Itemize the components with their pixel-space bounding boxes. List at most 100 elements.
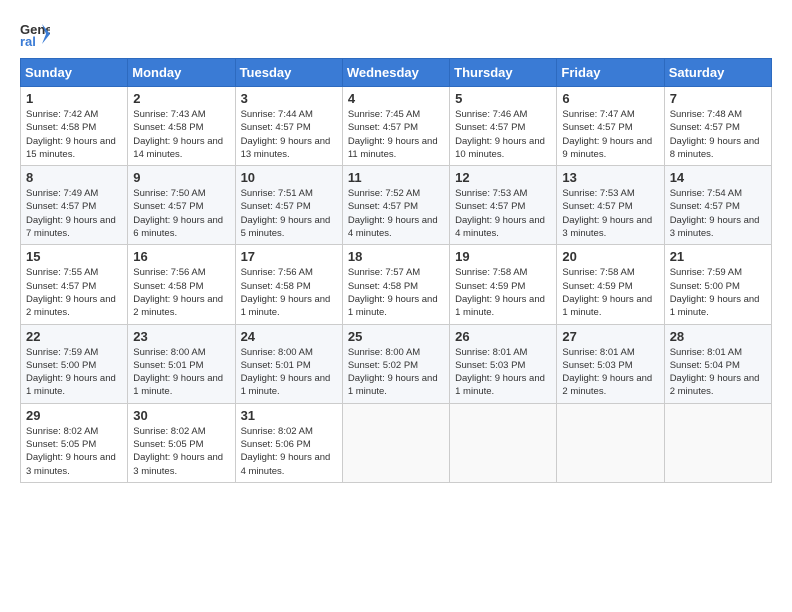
cell-info: Sunrise: 7:59 AM Sunset: 5:00 PM Dayligh… <box>670 266 766 319</box>
calendar-cell: 11 Sunrise: 7:52 AM Sunset: 4:57 PM Dayl… <box>342 166 449 245</box>
calendar-week-4: 22 Sunrise: 7:59 AM Sunset: 5:00 PM Dayl… <box>21 324 772 403</box>
day-number: 6 <box>562 91 658 106</box>
col-header-monday: Monday <box>128 59 235 87</box>
logo: Gene ral <box>20 20 54 48</box>
calendar-cell: 29 Sunrise: 8:02 AM Sunset: 5:05 PM Dayl… <box>21 403 128 482</box>
cell-info: Sunrise: 8:00 AM Sunset: 5:02 PM Dayligh… <box>348 346 444 399</box>
calendar-cell: 15 Sunrise: 7:55 AM Sunset: 4:57 PM Dayl… <box>21 245 128 324</box>
calendar-cell: 8 Sunrise: 7:49 AM Sunset: 4:57 PM Dayli… <box>21 166 128 245</box>
calendar-cell: 16 Sunrise: 7:56 AM Sunset: 4:58 PM Dayl… <box>128 245 235 324</box>
calendar-cell: 18 Sunrise: 7:57 AM Sunset: 4:58 PM Dayl… <box>342 245 449 324</box>
day-number: 8 <box>26 170 122 185</box>
calendar-cell: 1 Sunrise: 7:42 AM Sunset: 4:58 PM Dayli… <box>21 87 128 166</box>
day-number: 24 <box>241 329 337 344</box>
calendar-week-1: 1 Sunrise: 7:42 AM Sunset: 4:58 PM Dayli… <box>21 87 772 166</box>
day-number: 27 <box>562 329 658 344</box>
cell-info: Sunrise: 8:02 AM Sunset: 5:05 PM Dayligh… <box>26 425 122 478</box>
calendar-cell: 4 Sunrise: 7:45 AM Sunset: 4:57 PM Dayli… <box>342 87 449 166</box>
calendar-header-row: SundayMondayTuesdayWednesdayThursdayFrid… <box>21 59 772 87</box>
cell-info: Sunrise: 8:01 AM Sunset: 5:03 PM Dayligh… <box>562 346 658 399</box>
day-number: 5 <box>455 91 551 106</box>
cell-info: Sunrise: 7:53 AM Sunset: 4:57 PM Dayligh… <box>562 187 658 240</box>
day-number: 29 <box>26 408 122 423</box>
calendar-table: SundayMondayTuesdayWednesdayThursdayFrid… <box>20 58 772 483</box>
page-header: Gene ral <box>20 20 772 48</box>
day-number: 12 <box>455 170 551 185</box>
calendar-cell: 10 Sunrise: 7:51 AM Sunset: 4:57 PM Dayl… <box>235 166 342 245</box>
cell-info: Sunrise: 7:43 AM Sunset: 4:58 PM Dayligh… <box>133 108 229 161</box>
cell-info: Sunrise: 8:00 AM Sunset: 5:01 PM Dayligh… <box>241 346 337 399</box>
calendar-cell: 30 Sunrise: 8:02 AM Sunset: 5:05 PM Dayl… <box>128 403 235 482</box>
calendar-cell: 13 Sunrise: 7:53 AM Sunset: 4:57 PM Dayl… <box>557 166 664 245</box>
col-header-friday: Friday <box>557 59 664 87</box>
day-number: 7 <box>670 91 766 106</box>
day-number: 18 <box>348 249 444 264</box>
cell-info: Sunrise: 7:56 AM Sunset: 4:58 PM Dayligh… <box>241 266 337 319</box>
cell-info: Sunrise: 8:01 AM Sunset: 5:04 PM Dayligh… <box>670 346 766 399</box>
calendar-cell: 26 Sunrise: 8:01 AM Sunset: 5:03 PM Dayl… <box>450 324 557 403</box>
calendar-cell: 19 Sunrise: 7:58 AM Sunset: 4:59 PM Dayl… <box>450 245 557 324</box>
cell-info: Sunrise: 8:00 AM Sunset: 5:01 PM Dayligh… <box>133 346 229 399</box>
calendar-cell <box>664 403 771 482</box>
day-number: 9 <box>133 170 229 185</box>
cell-info: Sunrise: 7:45 AM Sunset: 4:57 PM Dayligh… <box>348 108 444 161</box>
day-number: 19 <box>455 249 551 264</box>
day-number: 23 <box>133 329 229 344</box>
calendar-cell: 24 Sunrise: 8:00 AM Sunset: 5:01 PM Dayl… <box>235 324 342 403</box>
cell-info: Sunrise: 7:57 AM Sunset: 4:58 PM Dayligh… <box>348 266 444 319</box>
calendar-cell: 5 Sunrise: 7:46 AM Sunset: 4:57 PM Dayli… <box>450 87 557 166</box>
day-number: 25 <box>348 329 444 344</box>
calendar-cell: 20 Sunrise: 7:58 AM Sunset: 4:59 PM Dayl… <box>557 245 664 324</box>
calendar-cell <box>557 403 664 482</box>
col-header-wednesday: Wednesday <box>342 59 449 87</box>
cell-info: Sunrise: 7:46 AM Sunset: 4:57 PM Dayligh… <box>455 108 551 161</box>
cell-info: Sunrise: 7:42 AM Sunset: 4:58 PM Dayligh… <box>26 108 122 161</box>
day-number: 4 <box>348 91 444 106</box>
calendar-cell: 23 Sunrise: 8:00 AM Sunset: 5:01 PM Dayl… <box>128 324 235 403</box>
svg-text:ral: ral <box>20 34 36 48</box>
day-number: 16 <box>133 249 229 264</box>
calendar-cell: 12 Sunrise: 7:53 AM Sunset: 4:57 PM Dayl… <box>450 166 557 245</box>
cell-info: Sunrise: 7:55 AM Sunset: 4:57 PM Dayligh… <box>26 266 122 319</box>
cell-info: Sunrise: 7:47 AM Sunset: 4:57 PM Dayligh… <box>562 108 658 161</box>
calendar-cell: 28 Sunrise: 8:01 AM Sunset: 5:04 PM Dayl… <box>664 324 771 403</box>
col-header-saturday: Saturday <box>664 59 771 87</box>
col-header-tuesday: Tuesday <box>235 59 342 87</box>
day-number: 31 <box>241 408 337 423</box>
day-number: 10 <box>241 170 337 185</box>
col-header-sunday: Sunday <box>21 59 128 87</box>
day-number: 22 <box>26 329 122 344</box>
day-number: 21 <box>670 249 766 264</box>
calendar-week-3: 15 Sunrise: 7:55 AM Sunset: 4:57 PM Dayl… <box>21 245 772 324</box>
calendar-cell <box>342 403 449 482</box>
day-number: 17 <box>241 249 337 264</box>
calendar-cell: 22 Sunrise: 7:59 AM Sunset: 5:00 PM Dayl… <box>21 324 128 403</box>
day-number: 11 <box>348 170 444 185</box>
col-header-thursday: Thursday <box>450 59 557 87</box>
calendar-cell: 7 Sunrise: 7:48 AM Sunset: 4:57 PM Dayli… <box>664 87 771 166</box>
calendar-cell: 31 Sunrise: 8:02 AM Sunset: 5:06 PM Dayl… <box>235 403 342 482</box>
cell-info: Sunrise: 7:53 AM Sunset: 4:57 PM Dayligh… <box>455 187 551 240</box>
cell-info: Sunrise: 8:02 AM Sunset: 5:06 PM Dayligh… <box>241 425 337 478</box>
day-number: 14 <box>670 170 766 185</box>
calendar-cell: 14 Sunrise: 7:54 AM Sunset: 4:57 PM Dayl… <box>664 166 771 245</box>
cell-info: Sunrise: 7:58 AM Sunset: 4:59 PM Dayligh… <box>455 266 551 319</box>
day-number: 1 <box>26 91 122 106</box>
calendar-cell <box>450 403 557 482</box>
cell-info: Sunrise: 7:51 AM Sunset: 4:57 PM Dayligh… <box>241 187 337 240</box>
calendar-cell: 9 Sunrise: 7:50 AM Sunset: 4:57 PM Dayli… <box>128 166 235 245</box>
day-number: 30 <box>133 408 229 423</box>
cell-info: Sunrise: 7:48 AM Sunset: 4:57 PM Dayligh… <box>670 108 766 161</box>
cell-info: Sunrise: 7:50 AM Sunset: 4:57 PM Dayligh… <box>133 187 229 240</box>
logo-icon: Gene ral <box>20 20 50 48</box>
calendar-week-5: 29 Sunrise: 8:02 AM Sunset: 5:05 PM Dayl… <box>21 403 772 482</box>
calendar-cell: 17 Sunrise: 7:56 AM Sunset: 4:58 PM Dayl… <box>235 245 342 324</box>
calendar-cell: 21 Sunrise: 7:59 AM Sunset: 5:00 PM Dayl… <box>664 245 771 324</box>
day-number: 20 <box>562 249 658 264</box>
day-number: 2 <box>133 91 229 106</box>
cell-info: Sunrise: 8:01 AM Sunset: 5:03 PM Dayligh… <box>455 346 551 399</box>
day-number: 13 <box>562 170 658 185</box>
calendar-cell: 6 Sunrise: 7:47 AM Sunset: 4:57 PM Dayli… <box>557 87 664 166</box>
cell-info: Sunrise: 8:02 AM Sunset: 5:05 PM Dayligh… <box>133 425 229 478</box>
cell-info: Sunrise: 7:44 AM Sunset: 4:57 PM Dayligh… <box>241 108 337 161</box>
